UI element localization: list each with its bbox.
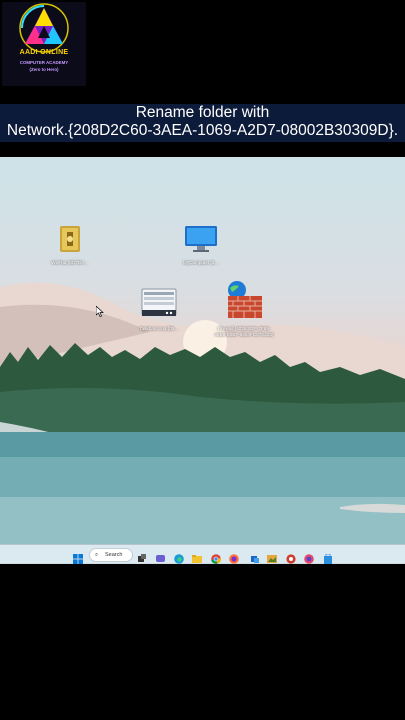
start-button[interactable] (73, 549, 83, 564)
mouse-cursor-icon (96, 306, 104, 317)
word-button[interactable] (286, 549, 296, 564)
caption-line-2: Network.{208D2C60-3AEA-1069-A2D7-08002B3… (6, 122, 399, 139)
desktop-icon-my-computer[interactable]: MyComputer.{2… (171, 224, 231, 266)
mail-button[interactable] (250, 549, 260, 563)
firefox-icon (229, 554, 239, 564)
task-view-button[interactable] (137, 549, 147, 562)
search-label: Search (105, 552, 123, 558)
chrome-button[interactable] (211, 549, 221, 564)
my-computer-icon (185, 226, 217, 252)
caption-banner: Rename folder with Network.{208D2C60-3AE… (0, 104, 405, 142)
terminal-icon (304, 554, 314, 564)
caption-line-1: Rename folder with (135, 104, 270, 121)
firefox-button[interactable] (229, 549, 239, 564)
logo-emblem-icon (19, 3, 69, 53)
desktop[interactable]: WinRar.{ED7BA… MyComputer.{2… TaskbarIco… (0, 157, 405, 563)
firewall-icon (228, 281, 262, 318)
taskbar-search-box[interactable]: ⌕ Search (89, 548, 133, 562)
store-button[interactable] (323, 549, 333, 564)
winrar-icon (60, 226, 80, 252)
desktop-icon-firewall[interactable]: Firewall.{4026492F-2F69-46B8-B9BF-5654FC… (214, 280, 274, 338)
file-explorer-button[interactable] (192, 549, 202, 563)
task-view-icon (138, 554, 146, 562)
search-icon: ⌕ (95, 552, 99, 558)
taskbar: ⌕ Search (0, 544, 405, 564)
photos-icon (267, 555, 277, 563)
terminal-button[interactable] (304, 549, 314, 564)
desktop-icon-label: Firewall.{4026492F-2F69-46B8-B9BF-5654FC… (214, 326, 274, 337)
desktop-icon-taskbar-settings[interactable]: TaskbarIcons.{05… (129, 288, 189, 332)
chat-button[interactable] (156, 549, 166, 562)
chat-icon (156, 555, 165, 562)
photos-button[interactable] (267, 549, 277, 563)
desktop-icon-label: MyComputer.{2… (183, 260, 219, 265)
edge-icon (174, 554, 184, 564)
logo-tagline: (Zero to Hero) (29, 67, 59, 72)
logo-brand-text: AADI ONLINE (19, 49, 69, 56)
logo-subtitle: COMPUTER ACADEMY (19, 60, 69, 65)
desktop-icon-winrar[interactable]: WinRar.{ED7BA… (40, 224, 100, 266)
desktop-icon-label: WinRar.{ED7BA… (51, 260, 89, 265)
folder-icon (192, 555, 202, 563)
store-icon (324, 553, 332, 564)
mail-icon (251, 556, 259, 563)
windows-logo-icon (73, 554, 83, 564)
chrome-icon (211, 554, 221, 564)
desktop-icon-label: TaskbarIcons.{05… (139, 326, 179, 331)
edge-button[interactable] (174, 549, 184, 564)
channel-logo: AADI ONLINE COMPUTER ACADEMY (Zero to He… (2, 2, 86, 86)
wallpaper-scene (0, 282, 405, 563)
word-icon (286, 554, 296, 564)
taskbar-settings-icon (141, 288, 177, 316)
